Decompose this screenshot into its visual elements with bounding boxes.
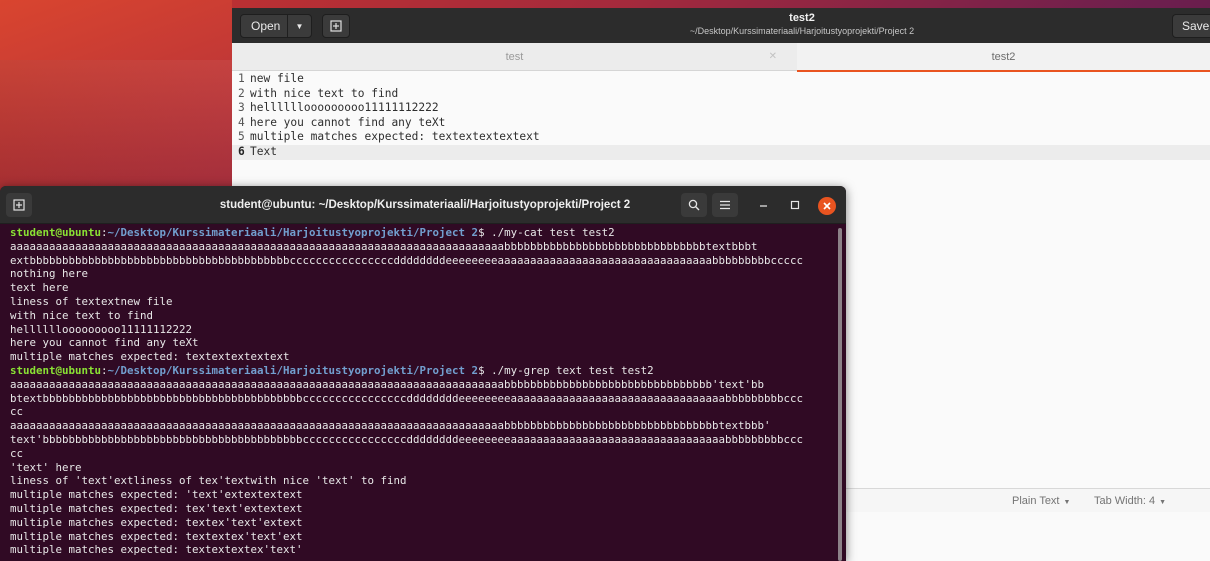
command-text: $ ./my-grep text test test2 (478, 363, 654, 377)
tab-test2[interactable]: test2 (797, 43, 1210, 72)
search-icon (688, 199, 700, 211)
tab-width-label: Tab Width: 4 (1094, 495, 1156, 507)
output-line: nothing here (10, 267, 89, 281)
line-text: Text (250, 144, 277, 158)
editor-line: 4 here you cannot find any teXt (232, 116, 1210, 131)
prompt-user: student@ubuntu (10, 363, 102, 377)
close-icon (823, 202, 831, 210)
line-number: 3 (238, 101, 245, 115)
editor-line: 3 hellllllooooooooo11111112222 (232, 101, 1210, 116)
line-text: with nice text to find (250, 86, 399, 100)
output-line: multiple matches expected: textextextex'… (10, 543, 303, 557)
output-line: multiple matches expected: tex'text'exte… (10, 501, 303, 515)
hamburger-icon (720, 200, 730, 210)
editor-line: 1 new file (232, 72, 1210, 87)
search-button[interactable] (681, 193, 707, 217)
chevron-down-icon: ▼ (1159, 499, 1167, 506)
output-line: extbbbbbbbbbbbbbbbbbbbbbbbbbbbbbbbbbbbbb… (10, 253, 804, 267)
language-label: Plain Text (1012, 495, 1060, 507)
new-tab-icon (13, 199, 25, 211)
chevron-down-icon[interactable]: ▼ (288, 22, 311, 31)
output-line: 'text' here (10, 460, 82, 474)
output-line: cc (10, 405, 24, 419)
output-line: multiple matches expected: 'text'extexte… (10, 488, 303, 502)
output-line: with nice text to find (10, 308, 154, 322)
tab-bar: test ✕ test2 (232, 43, 1210, 72)
line-text: hellllllooooooooo11111112222 (250, 101, 439, 115)
output-line: liness of textextnew file (10, 294, 173, 308)
close-button[interactable] (818, 197, 836, 215)
new-tab-button[interactable] (322, 14, 350, 38)
terminal-window: student@ubuntu: ~/Desktop/Kurssimateriaa… (0, 186, 846, 561)
line-number: 5 (238, 130, 245, 144)
line-text: new file (250, 72, 304, 85)
menu-button[interactable] (712, 193, 738, 217)
new-tab-icon (330, 20, 342, 32)
save-button[interactable]: Save (1172, 14, 1210, 38)
prompt-line: student@ubuntu:~/Desktop/Kurssimateriaal… (10, 226, 836, 240)
output-line: aaaaaaaaaaaaaaaaaaaaaaaaaaaaaaaaaaaaaaaa… (10, 377, 765, 391)
editor-line-current: 6 Text (232, 144, 1210, 160)
tab-width-selector[interactable]: Tab Width: 4 ▼ (1094, 495, 1166, 507)
line-number: 1 (238, 72, 245, 85)
tab-label: test2 (991, 51, 1016, 63)
prompt-path: ~/Desktop/Kurssimateriaali/Harjoitustyop… (107, 226, 479, 239)
close-icon[interactable]: ✕ (769, 43, 777, 71)
document-path: ~/Desktop/Kurssimateriaali/Harjoitustyop… (689, 26, 915, 36)
line-text: here you cannot find any teXt (250, 115, 446, 129)
output-line: multiple matches expected: textex'text'e… (10, 515, 303, 529)
line-number: 2 (238, 86, 245, 100)
tab-label: test (505, 51, 524, 63)
document-title: test2 (789, 12, 815, 24)
output-line: cc (10, 446, 24, 460)
gedit-headerbar: Open ▼ test2 ~/Desktop/Kurssimateriaali/… (232, 8, 1210, 43)
output-line: aaaaaaaaaaaaaaaaaaaaaaaaaaaaaaaaaaaaaaaa… (10, 239, 758, 253)
terminal-headerbar: student@ubuntu: ~/Desktop/Kurssimateriaa… (0, 186, 846, 224)
tab-test[interactable]: test ✕ (232, 43, 797, 71)
terminal-title: student@ubuntu: ~/Desktop/Kurssimateriaa… (219, 199, 631, 211)
minimize-icon (760, 205, 767, 207)
line-number: 6 (238, 144, 245, 158)
terminal-scrollbar[interactable] (838, 228, 842, 561)
output-line: btextbbbbbbbbbbbbbbbbbbbbbbbbbbbbbbbbbbb… (10, 391, 804, 405)
maximize-button[interactable] (787, 197, 803, 213)
language-selector[interactable]: Plain Text ▼ (1012, 495, 1070, 507)
open-button[interactable]: Open ▼ (240, 14, 312, 38)
output-line: liness of 'text'extliness of tex'textwit… (10, 474, 407, 488)
prompt-path: ~/Desktop/Kurssimateriaali/Harjoitustyop… (107, 363, 479, 377)
chevron-down-icon: ▼ (1063, 499, 1071, 506)
output-line: aaaaaaaaaaaaaaaaaaaaaaaaaaaaaaaaaaaaaaaa… (10, 419, 771, 433)
prompt-user: student@ubuntu (10, 226, 102, 239)
output-line: multiple matches expected: textextextext… (10, 350, 290, 364)
window-title: test2 ~/Desktop/Kurssimateriaali/Harjoit… (612, 11, 992, 37)
line-text: multiple matches expected: textextextext… (250, 130, 540, 144)
editor-line: 5 multiple matches expected: textextexte… (232, 130, 1210, 145)
prompt-line: student@ubuntu:~/Desktop/Kurssimateriaal… (10, 364, 836, 378)
text-editor[interactable]: 1 new file 2 with nice text to find 3 he… (232, 72, 1210, 160)
maximize-icon (790, 200, 800, 210)
open-button-label: Open (251, 19, 281, 33)
terminal-output[interactable]: student@ubuntu:~/Desktop/Kurssimateriaal… (10, 226, 836, 557)
output-line: here you cannot find any teXt (10, 336, 199, 350)
output-line: text'bbbbbbbbbbbbbbbbbbbbbbbbbbbbbbbbbbb… (10, 432, 804, 446)
output-line: text here (10, 281, 69, 295)
line-number: 4 (238, 115, 245, 129)
output-line: hellllllooooooooo11111112222 (10, 322, 193, 336)
terminal-new-tab-button[interactable] (6, 193, 32, 217)
minimize-button[interactable] (756, 197, 772, 213)
command-text: $ ./my-cat test test2 (478, 226, 615, 239)
output-line: multiple matches expected: textextex'tex… (10, 529, 303, 543)
editor-line: 2 with nice text to find (232, 87, 1210, 102)
